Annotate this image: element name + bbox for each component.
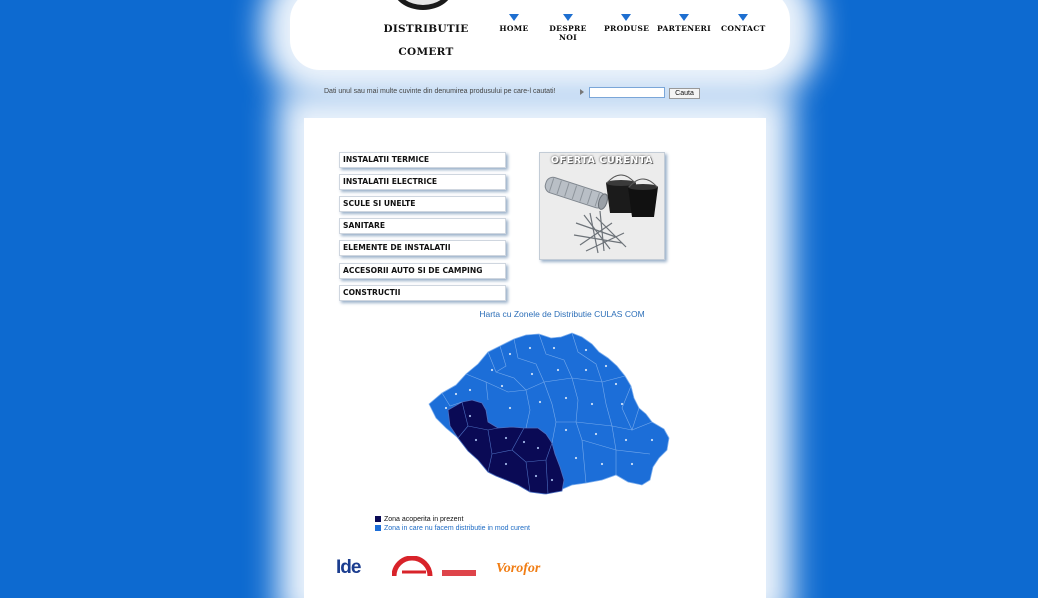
legend-uncovered: Zona in care nu facem distributie in mod… (375, 525, 530, 532)
legend-covered-label: Zona acoperita in prezent (384, 516, 464, 523)
nav-produse[interactable]: PRODUSE (604, 14, 650, 33)
category-constructii[interactable]: CONSTRUCTII (339, 285, 506, 301)
distribution-map (428, 332, 670, 495)
nav-produse-label: PRODUSE (604, 24, 650, 33)
category-instalatii-electrice[interactable]: INSTALATII ELECTRICE (339, 174, 506, 190)
partner-red-logo-icon (392, 556, 476, 576)
partner-logo-red[interactable] (392, 556, 478, 576)
triangle-down-icon (679, 14, 689, 21)
category-scule-si-unelte[interactable]: SCULE SI UNELTE (339, 196, 506, 212)
partner-logo-ide[interactable]: Ide (336, 556, 376, 576)
current-offer-box[interactable]: OFERTA CURENTA (539, 152, 665, 260)
map-title: Harta cu Zonele de Distributie CULAS COM (479, 309, 645, 319)
search-button[interactable]: Cauta (669, 88, 700, 99)
legend-covered: Zona acoperita in prezent (375, 516, 463, 523)
legend-uncovered-label: Zona in care nu facem distributie in mod… (384, 525, 530, 532)
offer-title: OFERTA CURENTA (550, 155, 654, 166)
offer-product-image (544, 174, 658, 254)
category-accesorii-auto[interactable]: ACCESORII AUTO SI DE CAMPING (339, 263, 506, 279)
triangle-down-icon (621, 14, 631, 21)
category-instalatii-termice[interactable]: INSTALATII TERMICE (339, 152, 506, 168)
search-input[interactable] (589, 87, 665, 98)
category-elemente-de-instalatii[interactable]: ELEMENTE DE INSTALATII (339, 240, 506, 256)
nav-despre-noi-label: DESPRE NOI (549, 24, 587, 42)
nav-home[interactable]: HOME (499, 14, 529, 33)
partner-logo-vorofor[interactable]: Vorofor (496, 556, 586, 576)
logo-line-1[interactable]: DISTRIBUTIE (380, 23, 472, 35)
triangle-down-icon (509, 14, 519, 21)
nav-contact-label: CONTACT (721, 24, 766, 33)
legend-swatch-covered (375, 516, 381, 522)
category-sanitare[interactable]: SANITARE (339, 218, 506, 234)
nav-parteneri[interactable]: PARTENERI (657, 14, 711, 33)
triangle-down-icon (738, 14, 748, 21)
nav-contact[interactable]: CONTACT (721, 14, 765, 33)
nav-parteneri-label: PARTENERI (657, 24, 711, 33)
logo-line-2[interactable]: COMERT (380, 46, 472, 58)
triangle-down-icon (563, 14, 573, 21)
search-label: Dati unul sau mai multe cuvinte din denu… (324, 88, 556, 95)
nav-despre-noi[interactable]: DESPRE NOI (540, 14, 596, 42)
arrow-right-icon (580, 89, 584, 95)
legend-swatch-uncovered (375, 525, 381, 531)
nav-home-label: HOME (499, 24, 529, 33)
